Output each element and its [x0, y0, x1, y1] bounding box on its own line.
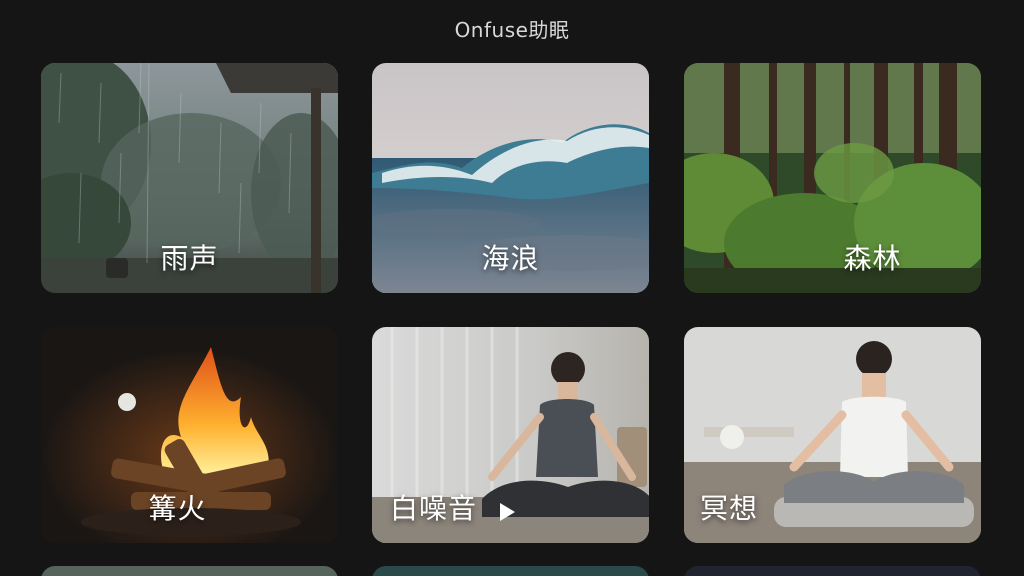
tile-label: 雨声: [160, 242, 219, 275]
tile-label: 海浪: [481, 242, 540, 275]
next-row-tile-peek: [41, 566, 338, 576]
tile-label: 森林: [843, 242, 902, 275]
tile-meditation[interactable]: 冥想: [684, 327, 981, 543]
app-title: Onfuse助眠: [454, 18, 570, 42]
tile-white-noise[interactable]: 白噪音: [372, 327, 649, 543]
tile-label: 冥想: [700, 492, 759, 525]
tile-rain[interactable]: 雨声: [41, 63, 338, 293]
tile-label: 白噪音: [390, 492, 478, 525]
app-screen: Onfuse助眠 雨声 海浪 森林 篝火 白噪音 冥想: [0, 0, 1024, 576]
next-row-tile-peek: [684, 566, 981, 576]
play-icon[interactable]: [500, 503, 515, 521]
tile-forest[interactable]: 森林: [684, 63, 981, 293]
next-row-tile-peek: [372, 566, 649, 576]
tile-waves[interactable]: 海浪: [372, 63, 649, 293]
tile-campfire[interactable]: 篝火: [41, 327, 338, 543]
tile-label: 篝火: [148, 492, 207, 525]
